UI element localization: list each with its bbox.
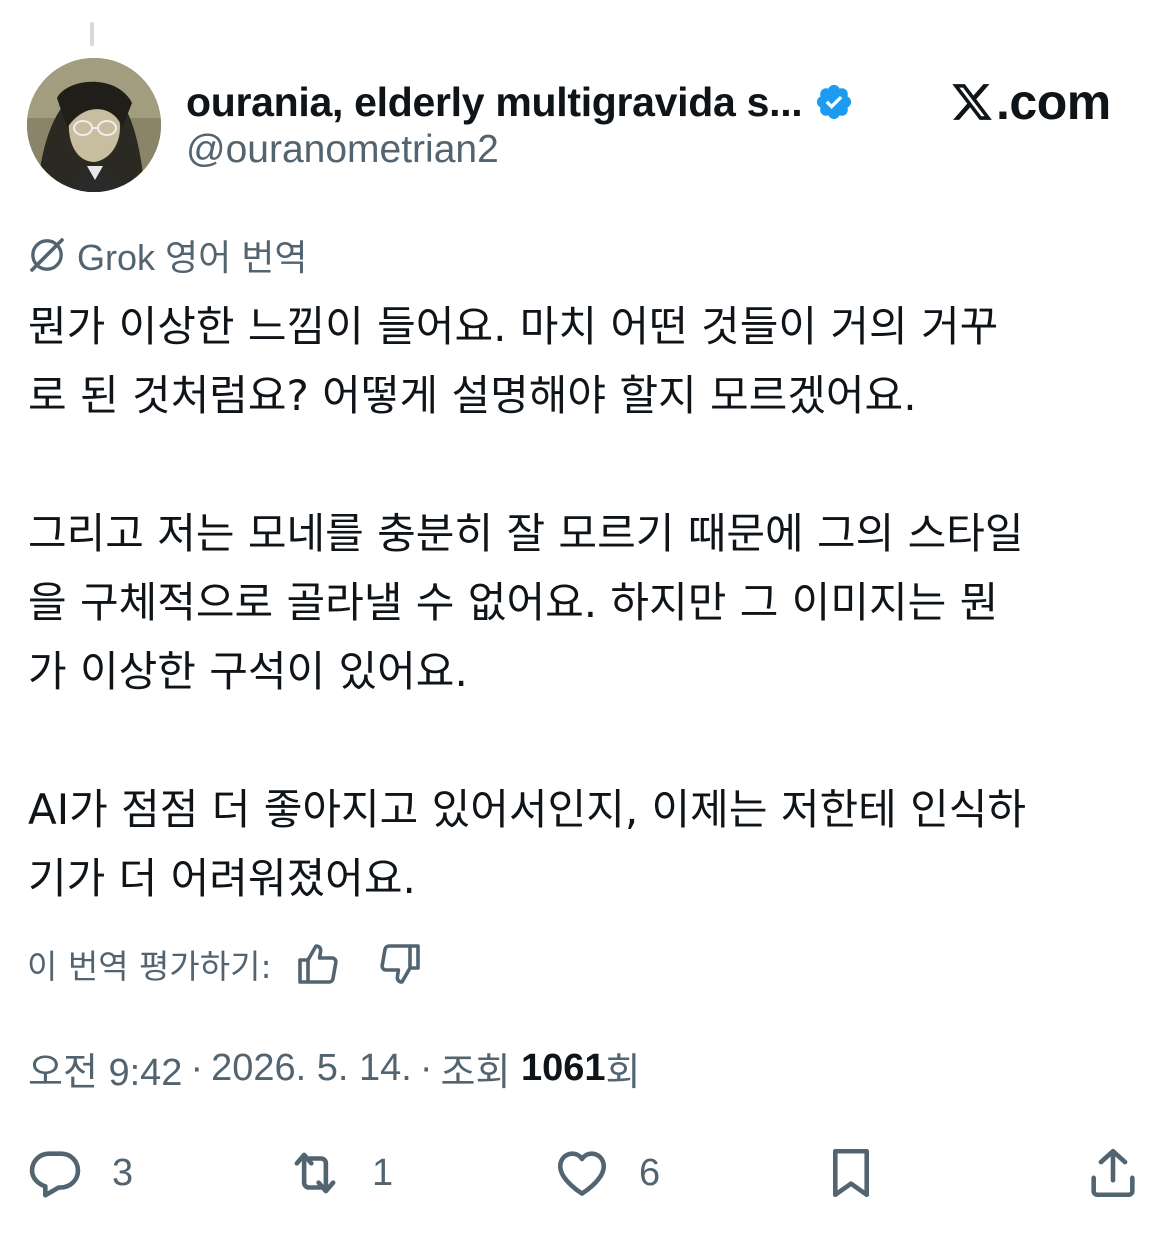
tweet-text: 뭔가 이상한 느낌이 들어요. 마치 어떤 것들이 거의 거꾸 로 된 것처럼요… (28, 292, 1153, 913)
bookmark-button[interactable] (822, 1138, 880, 1208)
tweet-paragraph: AI가 점점 더 좋아지고 있어서인지, 이제는 저한테 인식하 기가 더 어려… (28, 785, 1027, 903)
thumbs-down-icon[interactable] (376, 940, 424, 988)
grok-icon (27, 235, 67, 275)
share-icon (1091, 1148, 1135, 1198)
reply-icon (29, 1151, 81, 1198)
brand-text: .com (996, 74, 1111, 130)
translation-label: Grok 영어 번역 (77, 237, 308, 278)
avatar-image (27, 58, 161, 192)
bookmark-icon (832, 1148, 870, 1198)
x-logo-icon (950, 80, 994, 124)
translation-rating: 이 번역 평가하기: (27, 936, 424, 992)
tweet-time[interactable]: 오전 9:42 (28, 1041, 182, 1096)
tweet-date[interactable]: 2026. 5. 14. (211, 1047, 412, 1090)
verified-badge-icon (814, 82, 854, 122)
repost-button[interactable]: 1 (286, 1138, 393, 1208)
like-button[interactable]: 6 (553, 1138, 660, 1208)
author-display-name[interactable]: ourania, elderly multigravida s... (186, 79, 803, 126)
avatar[interactable] (27, 58, 161, 192)
separator-dot: · (190, 1046, 204, 1089)
views-prefix: 조회 (440, 1051, 511, 1094)
translation-label-row: Grok 영어 번역 (27, 232, 308, 278)
tweet-meta: 오전 9:42 · 2026. 5. 14. · 조회 1061 회 (28, 1042, 640, 1094)
share-button[interactable] (1084, 1138, 1142, 1208)
scroll-indicator (90, 22, 94, 46)
brand-watermark: .com (950, 74, 1111, 130)
thumbs-up-icon[interactable] (294, 940, 342, 988)
like-count: 6 (639, 1151, 661, 1194)
tweet-paragraph: 그리고 저는 모네를 충분히 잘 모르기 때문에 그의 스타일 을 구체적으로 … (28, 509, 1024, 696)
reply-count: 3 (112, 1151, 134, 1194)
heart-icon (557, 1151, 607, 1196)
tweet-paragraph: 뭔가 이상한 느낌이 들어요. 마치 어떤 것들이 거의 거꾸 로 된 것처럼요… (28, 302, 999, 420)
rate-translation-label: 이 번역 평가하기: (27, 947, 272, 986)
repost-icon (294, 1152, 336, 1194)
views-count: 1061 (520, 1046, 606, 1089)
repost-count: 1 (372, 1151, 394, 1194)
views-suffix: 회 (605, 1051, 641, 1094)
author-handle[interactable]: @ouranometrian2 (186, 128, 499, 172)
reply-button[interactable]: 3 (26, 1138, 133, 1208)
action-bar: 3 1 6 (0, 1138, 1170, 1208)
author-name-row: ourania, elderly multigravida s... (186, 74, 854, 130)
separator-dot: · (419, 1046, 433, 1089)
